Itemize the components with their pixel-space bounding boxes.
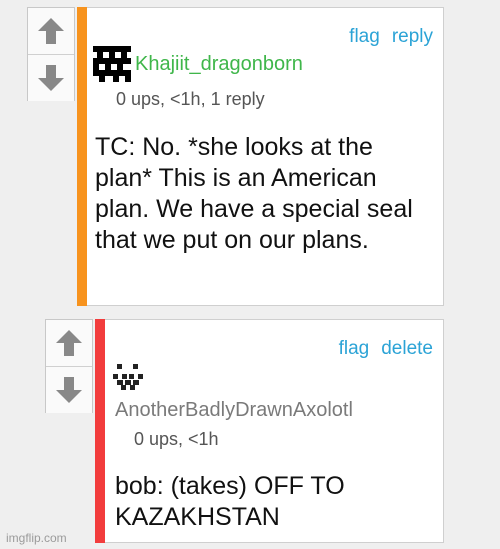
comment-actions: flag delete xyxy=(339,338,433,360)
arrow-down-icon xyxy=(56,377,82,403)
imgflip-watermark: imgflip.com xyxy=(6,531,67,545)
pixel-avatar-icon[interactable] xyxy=(93,46,131,82)
comment-stripe xyxy=(95,319,105,543)
comment-meta: 0 ups, <1h xyxy=(134,429,219,449)
comment-card: flag reply Khajiit_dragonborn 0 ups, <1h… xyxy=(87,7,444,306)
upvote-button[interactable] xyxy=(46,320,92,367)
arrow-up-icon xyxy=(38,18,64,44)
delete-link[interactable]: delete xyxy=(381,338,433,360)
username-link[interactable]: Khajiit_dragonborn xyxy=(135,53,303,76)
comment-text: TC: No. *she looks at the plan* This is … xyxy=(95,133,413,254)
arrow-down-icon xyxy=(38,65,64,91)
vote-column xyxy=(27,7,75,101)
upvote-button[interactable] xyxy=(28,8,74,55)
reply-link[interactable]: reply xyxy=(392,26,433,48)
comment-1: flag reply Khajiit_dragonborn 0 ups, <1h… xyxy=(27,7,444,306)
comment-meta: 0 ups, <1h, 1 reply xyxy=(116,89,265,109)
comment-2: flag delete AnotherBadlyDrawnAxolotl 0 u… xyxy=(45,319,444,543)
comment-actions: flag reply xyxy=(349,26,433,48)
downvote-button[interactable] xyxy=(28,55,74,101)
comment-stripe xyxy=(77,7,87,306)
vote-column xyxy=(45,319,93,413)
flag-link[interactable]: flag xyxy=(349,26,380,48)
comment-card: flag delete AnotherBadlyDrawnAxolotl 0 u… xyxy=(105,319,444,543)
username-link[interactable]: AnotherBadlyDrawnAxolotl xyxy=(115,399,353,422)
comment-text: bob: (takes) OFF TO KAZAKHSTAN xyxy=(115,472,345,531)
arrow-up-icon xyxy=(56,330,82,356)
downvote-button[interactable] xyxy=(46,367,92,413)
flag-link[interactable]: flag xyxy=(339,338,370,360)
pixel-avatar-icon[interactable] xyxy=(113,364,143,390)
